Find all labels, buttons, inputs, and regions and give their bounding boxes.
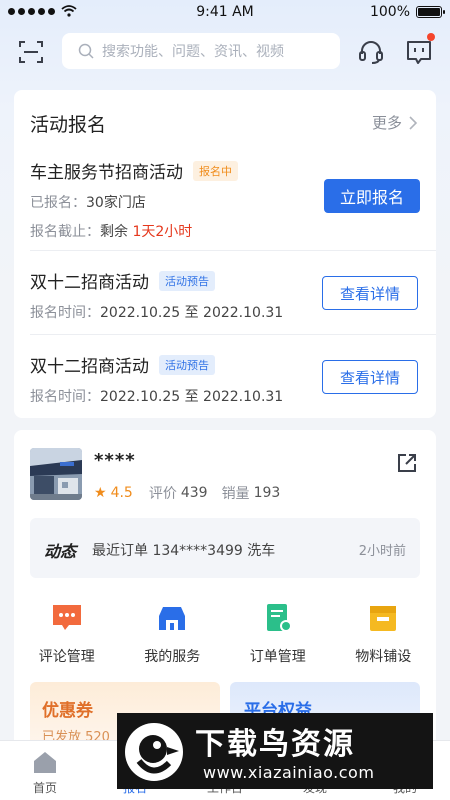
menu-label: 我的服务 <box>144 649 201 665</box>
menu-label: 订单管理 <box>249 649 306 665</box>
status-bar: 9:41 AM 100% <box>0 0 450 26</box>
signup-time-value: 2022.10.25 至 2022.10.31 <box>100 389 284 405</box>
more-label: 更多 <box>371 114 402 132</box>
top-bar: 搜索功能、问题、资讯、视频 <box>0 32 450 70</box>
menu-my-services[interactable]: 我的服务 <box>120 602 226 672</box>
activity-item-title: 双十二招商活动 <box>30 357 149 377</box>
search-icon <box>78 43 94 59</box>
menu-label: 评论管理 <box>38 649 95 665</box>
watermark-title: 下载鸟资源 <box>195 727 355 762</box>
chevron-right-icon <box>409 115 418 130</box>
menu-comment-management[interactable]: 评论管理 <box>14 602 120 672</box>
more-link[interactable]: 更多 <box>372 112 418 133</box>
tab-home[interactable]: 首页 <box>0 741 90 800</box>
reviews-label: 评价 <box>148 486 177 502</box>
store-rating: 4.5 <box>110 485 133 501</box>
watermark-url: www.xiazainiao.com <box>203 763 375 782</box>
tab-label: 首页 <box>32 781 57 795</box>
star-icon: ★ <box>94 485 107 501</box>
headset-icon[interactable] <box>358 39 384 65</box>
view-details-button[interactable]: 查看详情 <box>322 360 418 394</box>
divider <box>30 250 436 251</box>
material-icon <box>370 606 397 631</box>
signup-time-value: 2022.10.25 至 2022.10.31 <box>100 305 284 321</box>
home-icon <box>34 752 56 773</box>
share-icon[interactable] <box>396 452 418 474</box>
menu-label: 物料铺设 <box>355 649 412 665</box>
activity-item-title: 双十二招商活动 <box>30 273 149 293</box>
signup-now-button[interactable]: 立即报名 <box>324 179 420 213</box>
activity-card: 活动报名 更多 车主服务节招商活动 报名中 已报名：30家门店 报名截止：剩余 … <box>14 90 436 418</box>
status-right: 100% <box>369 4 445 20</box>
sales-label: 销量 <box>221 486 250 502</box>
notification-dot <box>427 33 435 41</box>
store-meta: ★ 4.5 评价 439 销量 193 <box>94 483 290 503</box>
dynamic-time: 2小时前 <box>358 544 406 559</box>
signup-time-label: 报名时间： <box>30 305 100 321</box>
dynamic-label: 动态 <box>44 542 77 561</box>
watermark-banner: 下载鸟资源 www.xiazainiao.com <box>117 713 433 789</box>
status-badge: 活动预告 <box>159 270 215 291</box>
enrolled-label: 已报名： <box>30 195 86 211</box>
deadline-prefix: 剩余 <box>100 224 128 240</box>
deadline-label: 报名截止： <box>30 224 100 240</box>
function-grid: 评论管理 我的服务 订单管理 物料铺设 <box>14 602 436 672</box>
store-name: **** <box>94 450 136 471</box>
store-image[interactable] <box>30 448 82 500</box>
signup-time-label: 报名时间： <box>30 389 100 405</box>
battery-percent: 100% <box>369 4 410 20</box>
car-service-icon <box>159 607 186 630</box>
order-icon <box>266 604 292 632</box>
sales-count: 193 <box>253 485 281 501</box>
coupon-title: 优惠券 <box>42 701 93 721</box>
activity-item-title: 车主服务节招商活动 <box>30 163 183 183</box>
comment-icon <box>52 605 81 630</box>
menu-order-management[interactable]: 订单管理 <box>225 602 331 672</box>
battery-icon <box>416 6 445 18</box>
view-details-button[interactable]: 查看详情 <box>322 276 418 310</box>
dynamic-panel[interactable]: 动态 最近订单 134****3499 洗车 2小时前 <box>30 518 420 578</box>
store-photo <box>30 448 82 500</box>
search-input[interactable]: 搜索功能、问题、资讯、视频 <box>62 33 340 69</box>
message-icon[interactable] <box>406 39 432 65</box>
deadline-value: 1天2小时 <box>132 224 193 240</box>
scan-icon[interactable] <box>18 40 44 64</box>
store-card: **** ★ 4.5 评价 439 销量 193 动态 最近订单 134****… <box>14 430 436 760</box>
reviews-count: 439 <box>180 485 208 501</box>
search-placeholder: 搜索功能、问题、资讯、视频 <box>102 44 284 60</box>
menu-material-setup[interactable]: 物料铺设 <box>331 602 437 672</box>
enrolled-value: 30家门店 <box>86 195 146 211</box>
divider <box>30 334 436 335</box>
activity-title: 活动报名 <box>30 114 107 136</box>
bird-logo-icon <box>125 723 183 781</box>
status-badge: 报名中 <box>193 160 238 181</box>
dynamic-text: 最近订单 134****3499 洗车 <box>92 543 276 559</box>
status-badge: 活动预告 <box>159 354 215 375</box>
